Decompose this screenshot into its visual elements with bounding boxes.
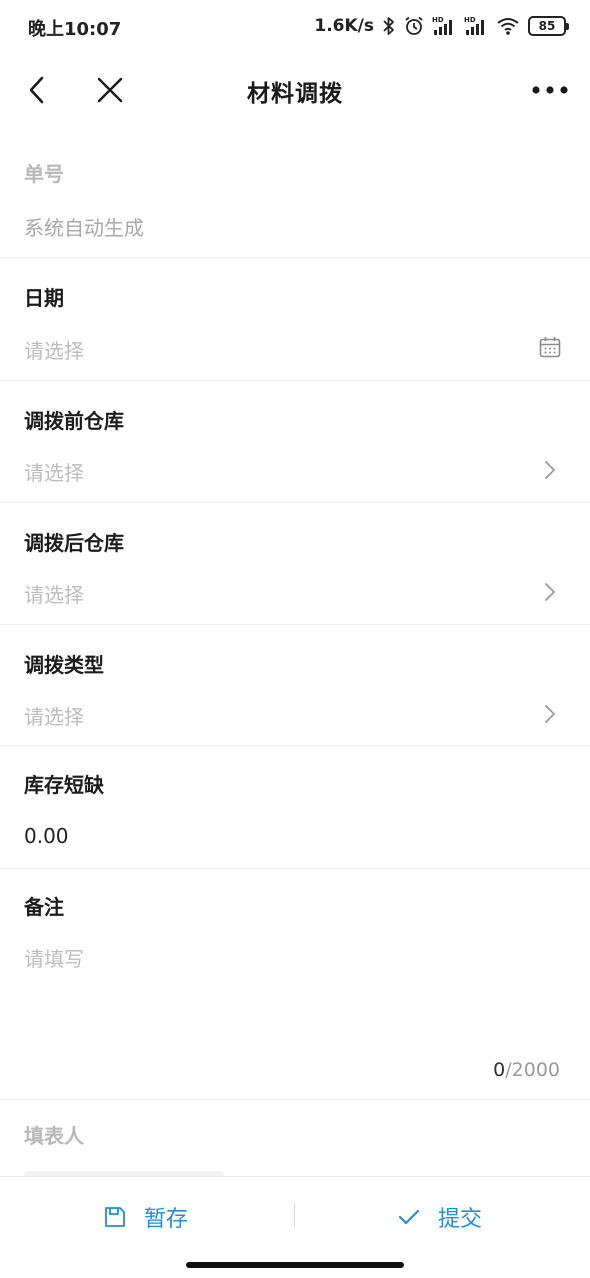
filler-field: 填表人 xyxy=(0,1100,590,1181)
transfer-type-placeholder[interactable]: 请选择 xyxy=(24,701,84,730)
warehouse-after-placeholder[interactable]: 请选择 xyxy=(24,579,84,608)
save-icon xyxy=(105,1207,125,1227)
chevron-right-icon xyxy=(538,580,562,604)
calendar-icon[interactable] xyxy=(538,335,562,359)
date-field[interactable]: 日期 请选择 xyxy=(0,258,590,381)
status-time: 晚上10:07 xyxy=(28,19,122,40)
remark-label: 备注 xyxy=(24,895,64,919)
submit-button[interactable]: 提交 xyxy=(398,1177,482,1257)
remark-char-count: 0 xyxy=(493,1059,506,1081)
home-indicator[interactable] xyxy=(186,1262,404,1268)
warehouse-before-label: 调拨前仓库 xyxy=(24,409,124,433)
remark-char-max: /2000 xyxy=(505,1059,560,1081)
shortage-value: 0.00 xyxy=(24,824,69,848)
chevron-right-icon xyxy=(538,702,562,726)
chevron-right-icon xyxy=(538,458,562,482)
signal-icon-1: HD xyxy=(432,15,456,37)
alarm-icon xyxy=(404,16,424,36)
more-dots-icon xyxy=(532,86,568,94)
bluetooth-icon xyxy=(382,16,396,36)
submit-label: 提交 xyxy=(438,1207,483,1232)
save-draft-button[interactable]: 暂存 xyxy=(104,1177,188,1257)
signal-icon-2: HD xyxy=(464,15,488,37)
date-label: 日期 xyxy=(24,286,64,310)
remark-field[interactable]: 备注 请填写 0/2000 xyxy=(0,869,590,1100)
wifi-icon xyxy=(496,16,520,36)
date-placeholder[interactable]: 请选择 xyxy=(24,335,84,364)
warehouse-before-field[interactable]: 调拨前仓库 请选择 xyxy=(0,381,590,503)
warehouse-after-label: 调拨后仓库 xyxy=(24,531,124,555)
order-no-field: 单号 系统自动生成 xyxy=(0,128,590,258)
check-icon xyxy=(398,1209,420,1225)
save-draft-label: 暂存 xyxy=(144,1207,189,1232)
svg-text:HD: HD xyxy=(464,16,476,24)
shortage-label: 库存短缺 xyxy=(24,773,104,797)
filler-label: 填表人 xyxy=(24,1124,84,1148)
more-button[interactable] xyxy=(528,70,572,110)
order-no-value: 系统自动生成 xyxy=(24,216,144,240)
transfer-type-label: 调拨类型 xyxy=(24,653,104,677)
status-icons: 1.6K/s HD HD 85 xyxy=(314,13,569,39)
page-title: 材料调拨 xyxy=(247,81,343,107)
bottom-action-bar: 暂存 提交 xyxy=(0,1176,590,1256)
transfer-type-field[interactable]: 调拨类型 请选择 xyxy=(0,625,590,746)
svg-text:HD: HD xyxy=(432,16,444,24)
network-speed: 1.6K/s xyxy=(314,16,374,36)
remark-char-counter: 0/2000 xyxy=(493,1059,560,1081)
status-bar: 晚上10:07 1.6K/s HD HD 85 xyxy=(0,0,590,52)
nav-bar: 材料调拨 xyxy=(0,52,590,128)
warehouse-before-placeholder[interactable]: 请选择 xyxy=(24,457,84,486)
warehouse-after-field[interactable]: 调拨后仓库 请选择 xyxy=(0,503,590,625)
battery-indicator: 85 xyxy=(528,16,569,36)
order-no-label: 单号 xyxy=(24,162,64,186)
transfer-form: 单号 系统自动生成 日期 请选择 调拨前仓库 请选择 调拨后仓库 请选择 调拨类… xyxy=(0,128,590,1181)
action-divider xyxy=(294,1203,295,1227)
remark-textarea[interactable]: 请填写 xyxy=(24,943,84,972)
shortage-field: 库存短缺 0.00 xyxy=(0,746,590,869)
